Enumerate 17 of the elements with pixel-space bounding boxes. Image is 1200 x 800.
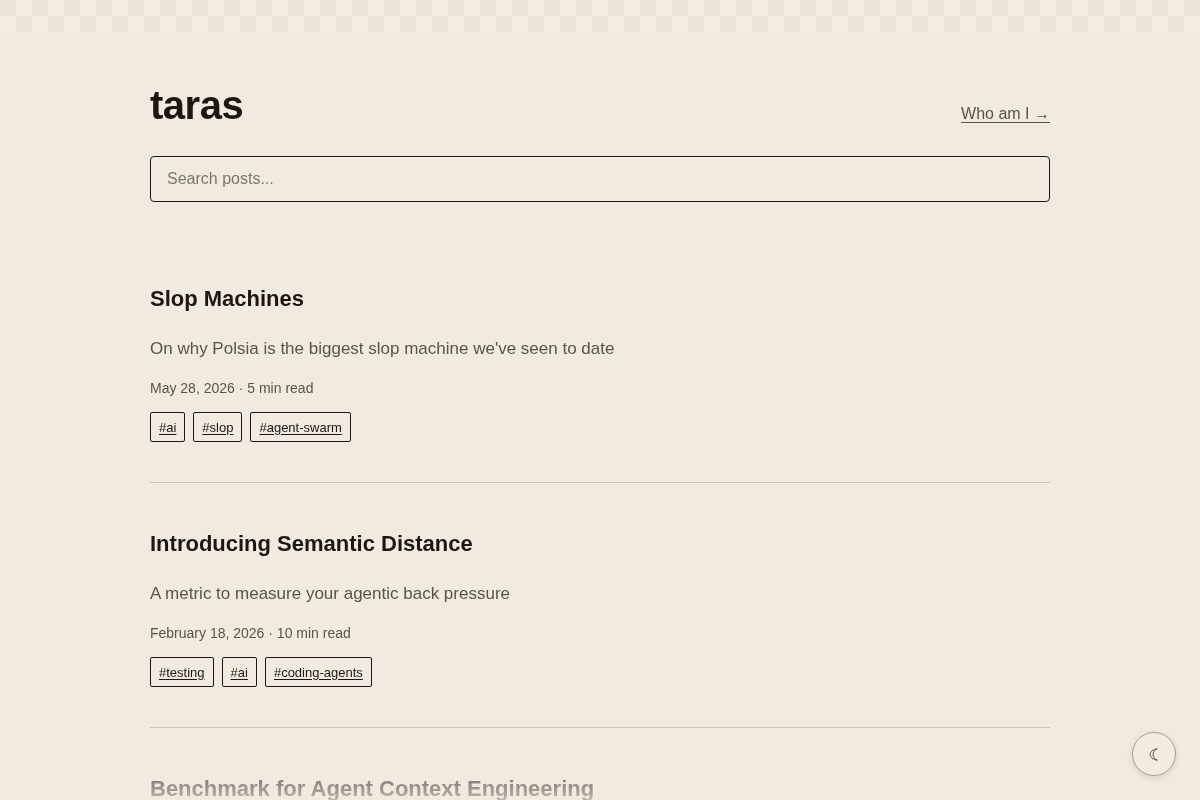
post-description: On why Polsia is the biggest slop machine we've seen to date (150, 338, 616, 360)
tag-link[interactable]: #ai (221, 657, 257, 687)
moon-icon (1148, 747, 1160, 761)
theme-toggle-button[interactable] (1132, 732, 1176, 776)
site-title: taras (150, 82, 244, 129)
about-link[interactable]: Who am I → (961, 105, 1050, 123)
tag-link[interactable]: #coding-agents (264, 657, 372, 687)
post-title[interactable]: Introducing Semantic Distance (150, 529, 1050, 558)
tag-link[interactable]: #slop (193, 412, 243, 442)
post-title[interactable]: Slop Machines (150, 284, 1050, 313)
post-meta: May 28, 2026 · 5 min read (150, 379, 315, 398)
search-field[interactable]: Search posts... (150, 156, 1050, 202)
tag-link[interactable]: #agent-swarm (250, 412, 351, 442)
tag-link[interactable]: #testing (150, 657, 214, 687)
tag-link[interactable]: #ai (150, 412, 186, 442)
post-description: A metric to measure your agentic back pressure (150, 583, 511, 605)
post-meta: February 18, 2026 · 10 min read (150, 624, 352, 643)
